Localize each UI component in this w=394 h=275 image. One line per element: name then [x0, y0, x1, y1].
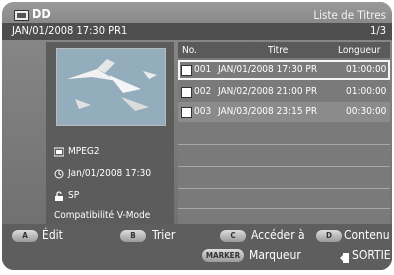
row-divider: [178, 166, 390, 167]
col-length: Longueur: [338, 45, 381, 56]
codec-row: MPEG2: [54, 146, 100, 157]
table-row[interactable]: 002 JAN/02/2008 21:00 PR 01:00:00: [178, 82, 390, 102]
row-number: 001: [194, 64, 212, 75]
d-button[interactable]: D: [316, 230, 342, 242]
c-button[interactable]: C: [220, 230, 246, 242]
row-length: 01:00:00: [346, 86, 387, 97]
title-list-screen: DD Liste de Titres JAN/01/2008 17:30 PR1…: [2, 2, 392, 270]
b-button[interactable]: B: [120, 230, 146, 242]
d-label: Contenu: [344, 228, 390, 242]
screen-title: Liste de Titres: [313, 8, 386, 22]
row-divider: [178, 188, 390, 189]
table-header: No. Titre Longueur: [178, 42, 390, 58]
row-title: JAN/03/2008 23:15 PR: [218, 106, 318, 117]
mode-row: SP: [54, 190, 79, 201]
col-no: No.: [182, 45, 197, 56]
marker-button[interactable]: MARKER: [202, 249, 244, 262]
row-divider: [178, 208, 390, 209]
datetime-row: Jan/01/2008 17:30: [54, 168, 151, 179]
hdd-icon: [14, 10, 29, 21]
col-title: Titre: [268, 45, 289, 56]
thumbnail-image: [56, 48, 166, 126]
row-divider: [178, 144, 390, 145]
a-label: Édit: [42, 228, 63, 242]
command-bar: A Édit B Trier C Accéder à D Contenu MAR…: [2, 224, 392, 270]
a-button[interactable]: A: [12, 230, 38, 242]
film-icon: [54, 147, 64, 157]
compat-row: Compatibilité V-Mode: [54, 210, 150, 221]
compat-text: Compatibilité V-Mode: [54, 210, 151, 221]
mode-text: SP: [68, 190, 80, 201]
table-row[interactable]: 001 JAN/01/2008 17:30 PR 01:00:00: [178, 60, 390, 80]
datetime-text: Jan/01/2008 17:30: [68, 168, 152, 179]
current-timestamp: JAN/01/2008 17:30 PR1: [12, 24, 128, 37]
row-number: 003: [194, 106, 212, 117]
unlock-icon: [54, 190, 64, 201]
page-indicator: 1/3: [370, 24, 386, 37]
app-title: DD: [32, 6, 51, 21]
b-label: Trier: [152, 228, 176, 242]
row-checkbox[interactable]: [181, 107, 192, 118]
row-checkbox[interactable]: [181, 87, 192, 98]
c-label: Accéder à: [251, 228, 305, 242]
title-table: No. Titre Longueur 001 JAN/01/2008 17:30…: [178, 42, 390, 224]
row-title: JAN/02/2008 21:00 PR: [218, 86, 318, 97]
row-title: JAN/01/2008 17:30 PR: [218, 64, 318, 75]
marker-label: Marqueur: [249, 248, 301, 262]
row-number: 002: [194, 86, 212, 97]
exit-label: SORTIE: [352, 248, 391, 262]
preview-panel: MPEG2 Jan/01/2008 17:30 SP Compatibilité…: [46, 42, 174, 224]
exit-icon[interactable]: [340, 249, 350, 263]
row-checkbox[interactable]: [181, 65, 192, 76]
codec-text: MPEG2: [68, 146, 100, 157]
table-row[interactable]: 003 JAN/03/2008 23:15 PR 00:30:00: [178, 102, 390, 122]
row-length: 01:00:00: [346, 64, 387, 75]
row-length: 00:30:00: [346, 106, 387, 117]
clock-icon: [54, 169, 64, 179]
